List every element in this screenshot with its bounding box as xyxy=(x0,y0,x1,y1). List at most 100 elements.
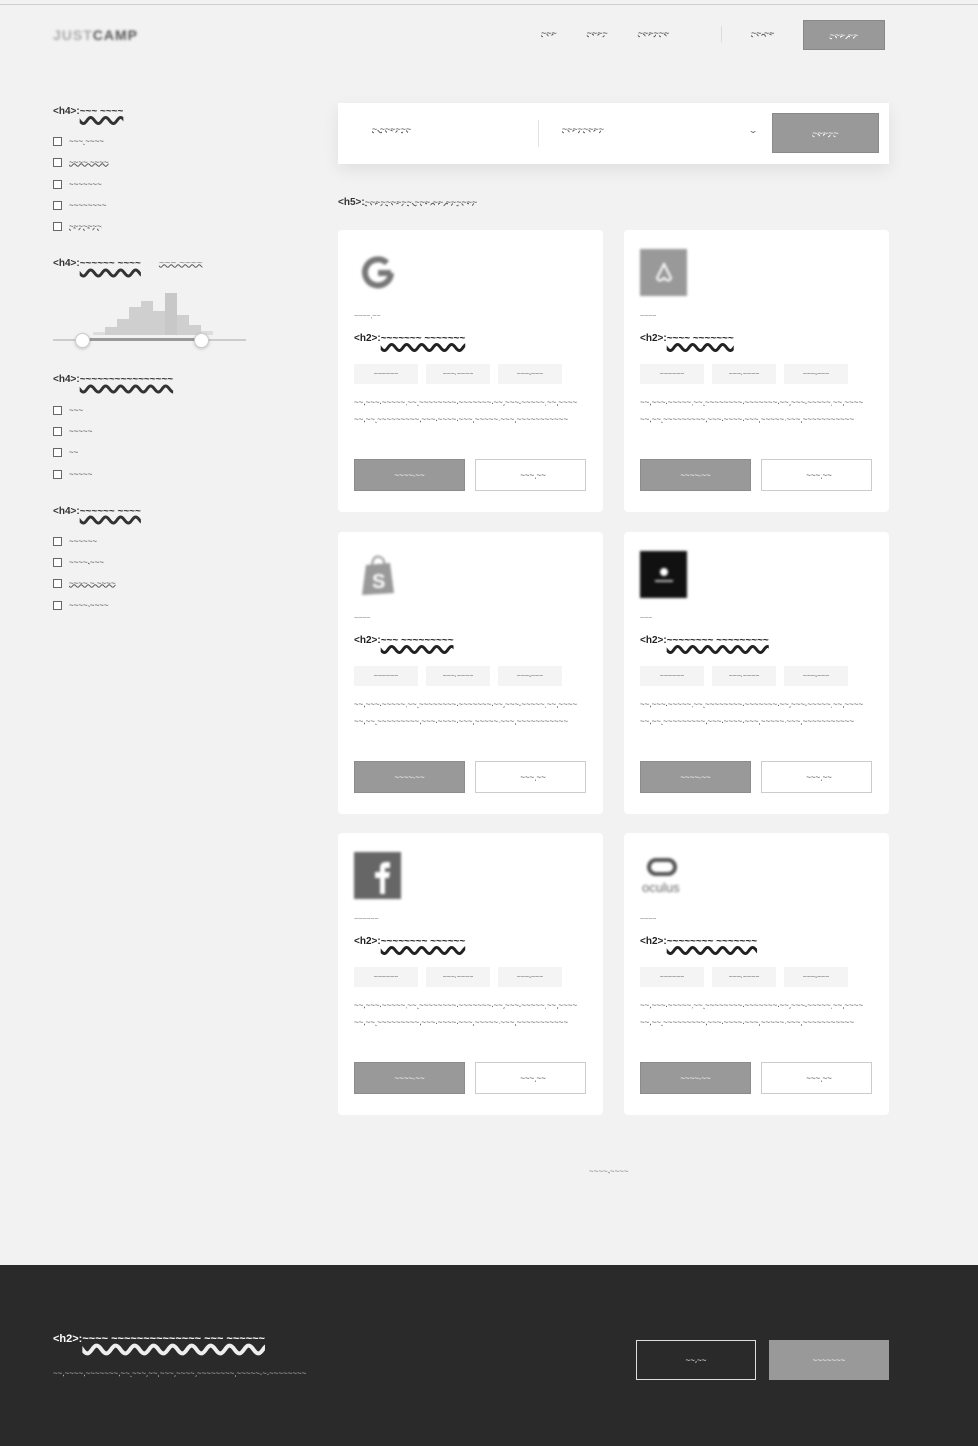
filter-option[interactable]: ~~~~~ xyxy=(53,421,253,442)
nav-link-1[interactable]: ~~~ xyxy=(541,28,557,38)
filter-option[interactable]: ~~~~ ~~~~ xyxy=(53,595,253,616)
apply-label: ~~~~ ~~ xyxy=(680,470,711,480)
checkbox[interactable] xyxy=(53,201,62,211)
salary-range-value: ~~~ ~~~~ xyxy=(158,258,203,270)
load-more-link[interactable]: ~~~~ ~~~~ xyxy=(589,1167,629,1176)
filter-title-text: ~~~~~~ ~~~~ xyxy=(79,505,141,517)
job-title[interactable]: <h2>:~~~~ ~~~~~~~ xyxy=(640,333,734,344)
job-card[interactable]: ~~~ <h2>:~~~~~~~~ ~~~~~~~~~ ~~~~~~ ~~~ ~… xyxy=(624,532,889,814)
checkbox[interactable] xyxy=(53,222,62,232)
save-button[interactable]: ~~~ ~~ xyxy=(475,1062,586,1094)
job-category: ~~~~~~ xyxy=(354,916,379,923)
heading-tag: <h2>: xyxy=(640,936,667,947)
job-title[interactable]: <h2>:~~~~~~~~ ~~~~~~~~~ xyxy=(640,635,769,646)
footer-cta: <h2>:~~~~ ~~~~~~~~~~~~~~ ~~~ ~~~~~~ ~~ ~… xyxy=(0,1265,978,1446)
results-text: ~~~~~~~~~ ~~~ ~~ ~~~~~~ xyxy=(364,197,478,207)
heading-tag: <h2>: xyxy=(354,333,381,344)
checkbox[interactable] xyxy=(53,137,62,147)
site-logo[interactable]: JUSTCAMP xyxy=(53,27,138,43)
search-button[interactable]: ~~~~~ xyxy=(772,113,879,153)
apply-button[interactable]: ~~~~ ~~ xyxy=(354,761,465,793)
checkbox[interactable] xyxy=(53,600,62,610)
footer-subtitle: ~~ ~~~~ ~~~~~~~ ~~ ~~~ ~~ ~~~ ~~~~ ~~~~~… xyxy=(53,1369,306,1378)
apply-label: ~~~~ ~~ xyxy=(680,772,711,782)
nav-link-2[interactable]: ~~~~ xyxy=(587,28,608,38)
results-count: <h5>:~~~~~~~~~ ~~~ ~~ ~~~~~~ xyxy=(338,197,477,208)
filter-option[interactable]: ~~~~~~ xyxy=(53,531,253,552)
slider-max-handle[interactable] xyxy=(194,333,209,349)
job-title[interactable]: <h2>:~~~ ~~~~~~~~~ xyxy=(354,635,454,646)
checkbox[interactable] xyxy=(53,536,62,546)
apply-button[interactable]: ~~~~ ~~ xyxy=(354,1062,465,1094)
filter-option[interactable]: ~~~~~~~~ xyxy=(53,195,253,216)
location-tag: ~~~~~~ xyxy=(354,967,418,987)
filter-option[interactable]: ~~~~~~~ xyxy=(53,174,253,195)
filter-option[interactable]: ~~~ ~~~~ xyxy=(53,131,253,152)
checkbox[interactable] xyxy=(53,579,62,589)
footer-title-text: ~~~~ ~~~~~~~~~~~~~~ ~~~ ~~~~~~ xyxy=(82,1333,265,1345)
filter-option-label: ~~~~~ xyxy=(69,426,93,436)
checkbox[interactable] xyxy=(53,558,62,568)
filter-option[interactable]: ~~ xyxy=(53,442,253,463)
job-card[interactable]: ~~~~~~ <h2>:~~~~~~~~ ~~~~~~ ~~~~~~ ~~~ ~… xyxy=(338,833,603,1115)
save-label: ~~~ ~~ xyxy=(806,470,832,480)
job-description: ~~ ~~~ ~~~~~ ~~ ~~~~~~~~ ~~~~~~~ ~~ ~~~ … xyxy=(640,700,864,726)
histogram-bar xyxy=(141,301,153,336)
job-title-text: ~~~~~~~~ ~~~~~~~ xyxy=(666,936,758,947)
chevron-down-icon[interactable]: ⌄ xyxy=(748,125,758,135)
type-tag: ~~~ ~~~~ xyxy=(426,364,490,384)
save-button[interactable]: ~~~ ~~ xyxy=(761,459,872,491)
checkbox[interactable] xyxy=(53,448,62,458)
location-tag: ~~~~~~ xyxy=(640,666,704,686)
filter-option[interactable]: ~~~~~~~ xyxy=(53,216,253,237)
filter-option[interactable]: ~~~~ ~~~ xyxy=(53,552,253,573)
filter-option-label: ~~~~~~ xyxy=(69,536,98,546)
slider-min-handle[interactable] xyxy=(75,333,90,349)
job-tags: ~~~~~~ ~~~ ~~~~ ~~~ ~~~ xyxy=(640,666,856,686)
job-title[interactable]: <h2>:~~~~~~~~ ~~~~~~ xyxy=(354,936,465,947)
checkbox[interactable] xyxy=(53,405,62,415)
salary-title-text: ~~~~~~ ~~~~ xyxy=(79,258,141,270)
apply-button[interactable]: ~~~~ ~~ xyxy=(640,1062,751,1094)
nav-link-3[interactable]: ~~~~~~ xyxy=(638,28,670,38)
footer-primary-button[interactable]: ~~~~~~~ xyxy=(769,1340,889,1380)
job-title[interactable]: <h2>:~~~~~~~ ~~~~~~~ xyxy=(354,333,465,344)
job-title[interactable]: <h2>:~~~~~~~~ ~~~~~~~ xyxy=(640,936,757,947)
job-card[interactable]: S ~~~~ <h2>:~~~ ~~~~~~~~~ ~~~~~~ ~~~ ~~~… xyxy=(338,532,603,814)
heading-tag: <h2>: xyxy=(53,1333,83,1345)
checkbox[interactable] xyxy=(53,426,62,436)
histogram-bar xyxy=(129,307,141,336)
checkbox[interactable] xyxy=(53,179,62,189)
filter-option[interactable]: ~~~~ ~ ~~~~ xyxy=(53,573,253,594)
job-description: ~~ ~~~ ~~~~~ ~~ ~~~~~~~~ ~~~~~~~ ~~ ~~~ … xyxy=(354,700,578,726)
heading-tag: <h4>: xyxy=(53,106,80,117)
google-logo xyxy=(354,249,402,297)
save-button[interactable]: ~~~ ~~ xyxy=(761,761,872,793)
checkbox[interactable] xyxy=(53,469,62,479)
footer-secondary-button[interactable]: ~~ ~~ xyxy=(636,1340,756,1380)
checkbox[interactable] xyxy=(53,158,62,168)
job-card[interactable]: ~~~~ <h2>:~~~~ ~~~~~~~ ~~~~~~ ~~~ ~~~~ ~… xyxy=(624,230,889,512)
save-button[interactable]: ~~~ ~~ xyxy=(475,761,586,793)
save-button[interactable]: ~~~ ~~ xyxy=(761,1062,872,1094)
filter-sidebar: <h4>:~~~ ~~~~ ~~~ ~~~~ ~~~~ ~~~~ ~~~~~~~… xyxy=(53,106,253,637)
job-title-text: ~~~~~~~ ~~~~~~~ xyxy=(380,333,466,344)
filter-option[interactable]: ~~~~ ~~~~ xyxy=(53,152,253,173)
job-card[interactable]: ~~~~ ~~ <h2>:~~~~~~~ ~~~~~~~ ~~~~~~ ~~~ … xyxy=(338,230,603,512)
type-tag: ~~~ ~~~~ xyxy=(426,967,490,987)
save-button[interactable]: ~~~ ~~ xyxy=(475,459,586,491)
save-label: ~~~ ~~ xyxy=(520,470,546,480)
filter-option[interactable]: ~~~~~ xyxy=(53,463,253,484)
main-nav: ~~~ ~~~~ ~~~~~~ xyxy=(541,28,669,38)
apply-button[interactable]: ~~~~ ~~ xyxy=(354,459,465,491)
facebook-logo xyxy=(354,852,401,899)
login-link[interactable]: ~~ ~~ xyxy=(751,28,775,38)
filter-option[interactable]: ~~~ xyxy=(53,399,253,420)
signup-button[interactable]: ~~~ ~~ xyxy=(803,20,885,50)
job-card[interactable]: oculus ~~~~ <h2>:~~~~~~~~ ~~~~~~~ ~~~~~~… xyxy=(624,833,889,1115)
apply-button[interactable]: ~~~~ ~~ xyxy=(640,761,751,793)
location-select[interactable]: ~~~~~~~~ xyxy=(552,124,604,134)
apply-button[interactable]: ~~~~ ~~ xyxy=(640,459,751,491)
job-description: ~~ ~~~ ~~~~~ ~~ ~~~~~~~~ ~~~~~~~ ~~ ~~~ … xyxy=(354,1001,578,1027)
keyword-input[interactable]: ~ ~~~~~~ xyxy=(362,124,411,134)
